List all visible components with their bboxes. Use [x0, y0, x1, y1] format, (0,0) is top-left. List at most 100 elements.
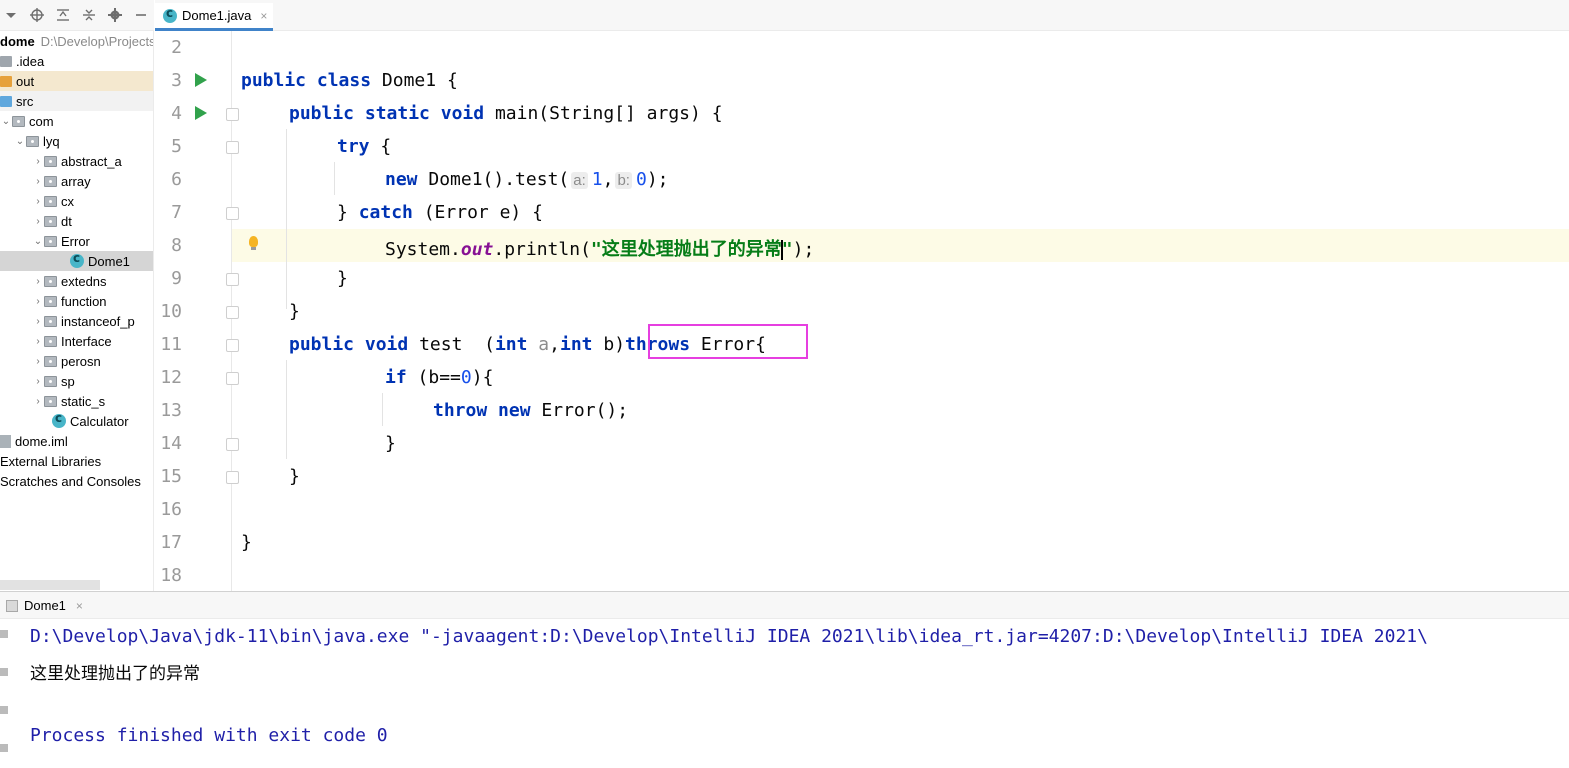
- tab-dome1-java[interactable]: Dome1.java ×: [155, 3, 273, 31]
- chevron-right-icon[interactable]: ›: [32, 196, 44, 207]
- tree-label: dt: [61, 213, 72, 229]
- tree-item-abstract-a[interactable]: › abstract_a: [0, 151, 153, 171]
- line-number: 15: [160, 466, 182, 487]
- fold-icon[interactable]: [226, 339, 239, 352]
- run-config-icon: [6, 599, 18, 612]
- tree-item-extedns[interactable]: › extedns: [0, 271, 153, 291]
- run-panel: Dome1 × D:\Develop\Java\jdk-11\bin\java.…: [0, 591, 1569, 768]
- chevron-right-icon[interactable]: ›: [32, 216, 44, 227]
- line-number: 13: [160, 400, 182, 421]
- locate-icon[interactable]: [28, 7, 45, 24]
- tree-label: perosn: [61, 353, 101, 369]
- parameter-hint: b:: [615, 172, 632, 189]
- console-command-line: D:\Develop\Java\jdk-11\bin\java.exe "-ja…: [30, 626, 1428, 647]
- console-exit-line: Process finished with exit code 0: [30, 725, 388, 746]
- tree-item-perosn[interactable]: › perosn: [0, 351, 153, 371]
- tree-label: dome.iml: [15, 433, 68, 449]
- folder-icon: [0, 55, 12, 67]
- package-icon: [44, 335, 57, 347]
- package-icon: [44, 195, 57, 207]
- fold-icon[interactable]: [226, 438, 239, 451]
- tree-item-interface[interactable]: › Interface: [0, 331, 153, 351]
- tree-item-sp[interactable]: › sp: [0, 371, 153, 391]
- run-side-toolbar: [0, 620, 12, 768]
- chevron-right-icon[interactable]: ›: [32, 376, 44, 387]
- fold-icon[interactable]: [226, 141, 239, 154]
- fold-icon[interactable]: [226, 207, 239, 220]
- current-line-highlight: [155, 229, 1569, 262]
- horizontal-scrollbar[interactable]: [0, 580, 100, 590]
- tree-item-error[interactable]: ⌄ Error: [0, 231, 153, 251]
- tree-item-com[interactable]: ⌄ com: [0, 111, 153, 131]
- tree-item-array[interactable]: › array: [0, 171, 153, 191]
- tree-label: sp: [61, 373, 75, 389]
- fold-icon[interactable]: [226, 471, 239, 484]
- chevron-right-icon[interactable]: ›: [32, 396, 44, 407]
- tree-item-external-libraries[interactable]: External Libraries: [0, 451, 153, 471]
- rerun-icon[interactable]: [0, 630, 8, 638]
- tree-item-lyq[interactable]: ⌄ lyq: [0, 131, 153, 151]
- tree-item-src[interactable]: src: [0, 91, 153, 111]
- tree-item-calculator[interactable]: Calculator: [0, 411, 153, 431]
- line-number: 12: [160, 367, 182, 388]
- close-icon[interactable]: ×: [76, 599, 83, 613]
- tree-label: Error: [61, 233, 90, 249]
- chevron-right-icon[interactable]: ›: [32, 156, 44, 167]
- fold-icon[interactable]: [226, 108, 239, 121]
- run-main-icon[interactable]: [195, 106, 207, 120]
- tree-item-dome[interactable]: dome D:\Develop\Projects: [0, 31, 153, 51]
- run-tab-dome1[interactable]: Dome1 ×: [0, 592, 83, 619]
- close-icon[interactable]: ×: [260, 9, 267, 23]
- chevron-right-icon[interactable]: ›: [32, 176, 44, 187]
- tree-item-out[interactable]: out: [0, 71, 153, 91]
- fold-icon[interactable]: [226, 273, 239, 286]
- chevron-down-icon[interactable]: ⌄: [0, 116, 12, 127]
- tree-label: External Libraries: [0, 453, 102, 469]
- settings-icon[interactable]: [0, 744, 8, 752]
- run-class-icon[interactable]: [195, 73, 207, 87]
- dropdown-arrow-icon[interactable]: [2, 7, 19, 24]
- tree-item-function[interactable]: › function: [0, 291, 153, 311]
- chevron-down-icon[interactable]: ⌄: [14, 136, 26, 147]
- project-tree: dome D:\Develop\Projects .idea out src ⌄…: [0, 31, 154, 591]
- tree-item-dome1[interactable]: Dome1: [0, 251, 153, 271]
- fold-icon[interactable]: [226, 372, 239, 385]
- chevron-right-icon[interactable]: ›: [32, 296, 44, 307]
- line-number: 16: [160, 499, 182, 520]
- code-editor[interactable]: 2 3 4 5 6 7 8 9 10 11 12 13 14 15 16 17 …: [155, 31, 1569, 591]
- tab-label: Dome1.java: [182, 8, 252, 23]
- chevron-right-icon[interactable]: ›: [32, 276, 44, 287]
- module-file-icon: [0, 434, 11, 448]
- code-line-6: new Dome1().test(a: 1, b: 0);: [385, 169, 669, 190]
- tree-item-cx[interactable]: › cx: [0, 191, 153, 211]
- chevron-right-icon[interactable]: ›: [32, 356, 44, 367]
- fold-icon[interactable]: [226, 306, 239, 319]
- package-icon: [44, 215, 57, 227]
- tree-label: Dome1: [88, 253, 130, 269]
- lightbulb-icon[interactable]: [249, 236, 258, 250]
- tree-item-dome-iml[interactable]: dome.iml: [0, 431, 153, 451]
- java-class-icon: [70, 251, 84, 268]
- tree-label: instanceof_p: [61, 313, 135, 329]
- package-icon: [44, 295, 57, 307]
- chevron-down-icon[interactable]: ⌄: [32, 236, 44, 247]
- tree-label: lyq: [43, 133, 60, 149]
- minimize-icon[interactable]: [132, 7, 149, 24]
- tree-item-scratches[interactable]: Scratches and Consoles: [0, 471, 153, 491]
- gear-icon[interactable]: [106, 7, 123, 24]
- expand-all-icon[interactable]: [54, 7, 71, 24]
- tree-label: com: [29, 113, 54, 129]
- pin-icon[interactable]: [0, 706, 8, 714]
- tree-label: Scratches and Consoles: [0, 473, 141, 489]
- tree-item-idea[interactable]: .idea: [0, 51, 153, 71]
- chevron-right-icon[interactable]: ›: [32, 316, 44, 327]
- collapse-all-icon[interactable]: [80, 7, 97, 24]
- stop-icon[interactable]: [0, 668, 8, 676]
- tree-item-instanceof-p[interactable]: › instanceof_p: [0, 311, 153, 331]
- tree-item-dt[interactable]: › dt: [0, 211, 153, 231]
- tree-label: out: [16, 73, 35, 89]
- line-number: 17: [160, 532, 182, 553]
- tree-item-static-s[interactable]: › static_s: [0, 391, 153, 411]
- indent-guide: [286, 129, 287, 309]
- chevron-right-icon[interactable]: ›: [32, 336, 44, 347]
